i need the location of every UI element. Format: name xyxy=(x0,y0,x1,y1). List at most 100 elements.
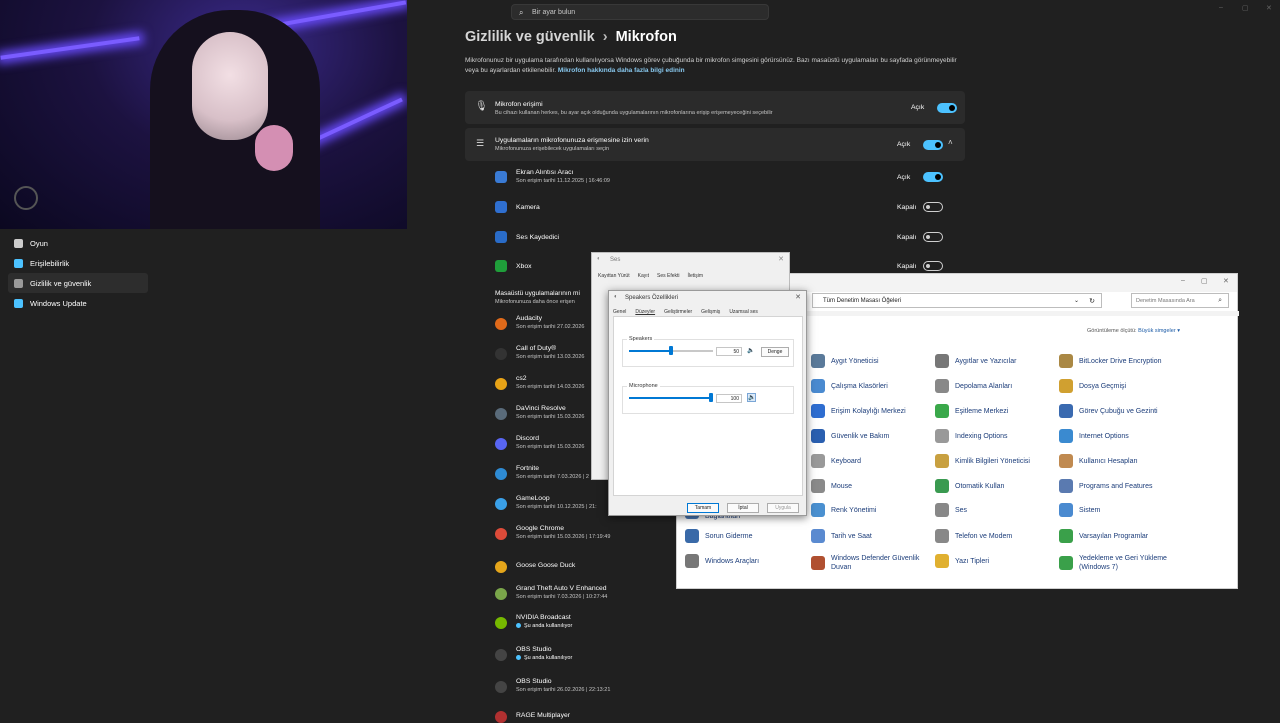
control-panel-item[interactable]: Programs and Features xyxy=(1059,479,1177,493)
control-panel-item[interactable]: Kullanıcı Hesapları xyxy=(1059,454,1177,468)
app-access-toggle[interactable] xyxy=(923,202,943,212)
microphone-slider-thumb[interactable] xyxy=(709,393,713,402)
sidebar-item-gizlilik-ve-güvenlik[interactable]: Gizlilik ve güvenlik xyxy=(8,273,148,293)
control-panel-item[interactable]: Çalışma Klasörleri xyxy=(811,379,929,393)
cp-address-bar[interactable]: Tüm Denetim Masası Öğeleri ⌄ ↻ xyxy=(812,293,1102,308)
speaker-volume-icon[interactable]: 🔈 xyxy=(747,347,756,356)
cp-search-input[interactable]: Denetim Masasında Ara ⌕ xyxy=(1131,293,1229,308)
chevron-down-icon[interactable]: ⌄ xyxy=(1074,297,1079,304)
tab-general[interactable]: Genel xyxy=(613,309,626,315)
control-panel-item[interactable]: Yedekleme ve Geri Yükleme (Windows 7) xyxy=(1059,554,1177,572)
balance-button[interactable]: Denge xyxy=(761,347,789,357)
control-panel-item[interactable]: Indexing Options xyxy=(935,429,1053,443)
app-access-toggle[interactable] xyxy=(923,232,943,242)
control-panel-item[interactable]: Ses xyxy=(935,503,1053,517)
control-panel-item[interactable]: Depolama Alanları xyxy=(935,379,1053,393)
page-title: Mikrofon xyxy=(615,29,677,45)
app-access-toggle[interactable] xyxy=(923,172,943,182)
refresh-icon[interactable]: ↻ xyxy=(1089,297,1095,305)
control-panel-item-icon xyxy=(811,556,825,570)
tab-playback[interactable]: Kayıttan Yürüt xyxy=(598,273,630,279)
webcam-overlay xyxy=(0,0,407,229)
cp-address-text: Tüm Denetim Masası Öğeleri xyxy=(823,297,902,304)
breadcrumb-parent[interactable]: Gizlilik ve güvenlik xyxy=(465,29,595,45)
chevron-up-icon[interactable]: ˄ xyxy=(948,138,953,147)
desktop-app-row: Discord Son erişim tarihi 15.03.2026 xyxy=(516,435,584,450)
tab-communications[interactable]: İletişim xyxy=(688,273,704,279)
control-panel-item[interactable]: Sistem xyxy=(1059,503,1177,517)
control-panel-item-icon xyxy=(811,404,825,418)
description-text: Mikrofonunuz bir uygulama tarafından kul… xyxy=(465,57,957,74)
control-panel-item[interactable]: Kimlik Bilgileri Yöneticisi xyxy=(935,454,1053,468)
close-icon[interactable]: ✕ xyxy=(1266,4,1272,12)
minimize-icon[interactable]: – xyxy=(1219,4,1223,11)
control-panel-item[interactable]: Varsayılan Programlar xyxy=(1059,529,1177,543)
apply-button[interactable]: Uygula xyxy=(767,503,799,513)
microphone-volume-icon[interactable]: 🔈 xyxy=(747,393,756,402)
maximize-icon[interactable]: ▢ xyxy=(1242,4,1249,12)
tab-enhancements[interactable]: Geliştirmeler xyxy=(664,309,692,315)
accessibility-icon xyxy=(14,258,23,268)
microphone-level-value[interactable]: 100 xyxy=(716,394,742,403)
apps-access-toggle[interactable] xyxy=(923,140,943,150)
control-panel-item[interactable]: Erişim Kolaylığı Merkezi xyxy=(811,404,929,418)
sidebar-item-erişilebilirlik[interactable]: Erişilebilirlik xyxy=(8,253,148,273)
speakers-close-icon[interactable]: ✕ xyxy=(795,293,801,301)
speakers-slider-thumb[interactable] xyxy=(669,346,673,355)
tab-recording[interactable]: Kayıt xyxy=(638,273,649,279)
speakers-titlebar[interactable]: Speakers Özellikleri xyxy=(609,291,806,305)
cp-view-by: Görüntüleme ölçütü: Büyük simgeler ▾ xyxy=(1087,328,1180,334)
cp-close-icon[interactable]: ✕ xyxy=(1223,277,1229,285)
app-row-text: Ekran Alıntısı Aracı Son erişim tarihi 11… xyxy=(516,169,610,184)
desktop-app-row: cs2 Son erişim tarihi 14.03.2026 xyxy=(516,375,584,390)
sidebar-item-windows-update[interactable]: Windows Update xyxy=(8,293,148,313)
speakers-level-value[interactable]: 50 xyxy=(716,347,742,356)
control-panel-item[interactable]: Otomatik Kullan xyxy=(935,479,1053,493)
sound-close-icon[interactable]: ✕ xyxy=(778,255,784,263)
control-panel-item[interactable]: Windows Defender Güvenlik Duvarı xyxy=(811,554,929,572)
control-panel-item[interactable]: Aygıtlar ve Yazıcılar xyxy=(935,354,1053,368)
desktop-app-row: RAGE Multiplayer xyxy=(516,712,570,719)
control-panel-item[interactable]: Mouse xyxy=(811,479,929,493)
cp-minimize-icon[interactable]: – xyxy=(1181,277,1185,284)
view-by-dropdown[interactable]: Büyük simgeler ▾ xyxy=(1138,328,1180,334)
ok-button[interactable]: Tamam xyxy=(687,503,719,513)
tab-spatial-sound[interactable]: Uzamsal ses xyxy=(729,309,758,315)
control-panel-item[interactable]: Sorun Giderme xyxy=(685,529,803,543)
sound-dialog-titlebar[interactable]: Ses xyxy=(592,253,789,267)
settings-search-input[interactable]: ⌕ Bir ayar bulun xyxy=(511,4,769,20)
control-panel-item[interactable]: Eşitleme Merkezi xyxy=(935,404,1053,418)
sidebar-item-label: Oyun xyxy=(30,238,48,248)
app-access-toggle[interactable] xyxy=(923,261,943,271)
tab-advanced[interactable]: Gelişmiş xyxy=(701,309,720,315)
control-panel-item[interactable]: Windows Araçları xyxy=(685,554,803,568)
control-panel-item-label: Sistem xyxy=(1079,506,1101,514)
control-panel-item[interactable]: BitLocker Drive Encryption xyxy=(1059,354,1177,368)
learn-more-link[interactable]: Mikrofon hakkında daha fazla bilgi edini… xyxy=(558,67,685,74)
control-panel-item[interactable]: Internet Options xyxy=(1059,429,1177,443)
app-icon xyxy=(495,378,507,390)
sidebar-item-label: Windows Update xyxy=(30,298,87,308)
app-last-access: Son erişim tarihi 15.03.2026 xyxy=(516,414,585,420)
cancel-button[interactable]: İptal xyxy=(727,503,759,513)
tab-sound-effects[interactable]: Ses Efekti xyxy=(657,273,680,279)
control-panel-item[interactable]: Telefon ve Modem xyxy=(935,529,1053,543)
control-panel-item[interactable]: Renk Yönetimi xyxy=(811,503,929,517)
control-panel-item-label: BitLocker Drive Encryption xyxy=(1079,357,1162,365)
control-panel-item[interactable]: Güvenlik ve Bakım xyxy=(811,429,929,443)
app-icon xyxy=(495,588,507,600)
microphone-icon: 🎙 xyxy=(475,101,488,112)
cp-maximize-icon[interactable]: ▢ xyxy=(1201,277,1208,285)
control-panel-item-label: Renk Yönetimi xyxy=(831,506,877,514)
control-panel-item[interactable]: Dosya Geçmişi xyxy=(1059,379,1177,393)
control-panel-item[interactable]: Yazı Tipleri xyxy=(935,554,1053,568)
sidebar-item-oyun[interactable]: Oyun xyxy=(8,233,148,253)
tab-levels[interactable]: Düzeyler xyxy=(635,309,655,315)
microphone-access-toggle[interactable] xyxy=(937,103,957,113)
control-panel-item[interactable]: Aygıt Yöneticisi xyxy=(811,354,929,368)
control-panel-item[interactable]: Keyboard xyxy=(811,454,929,468)
desktop-app-row: OBS Studio Son erişim tarihi 26.02.2026 |… xyxy=(516,678,610,693)
control-panel-item[interactable]: Tarih ve Saat xyxy=(811,529,929,543)
app-name: Grand Theft Auto V Enhanced xyxy=(516,585,607,592)
control-panel-item[interactable]: Görev Çubuğu ve Gezinti xyxy=(1059,404,1177,418)
